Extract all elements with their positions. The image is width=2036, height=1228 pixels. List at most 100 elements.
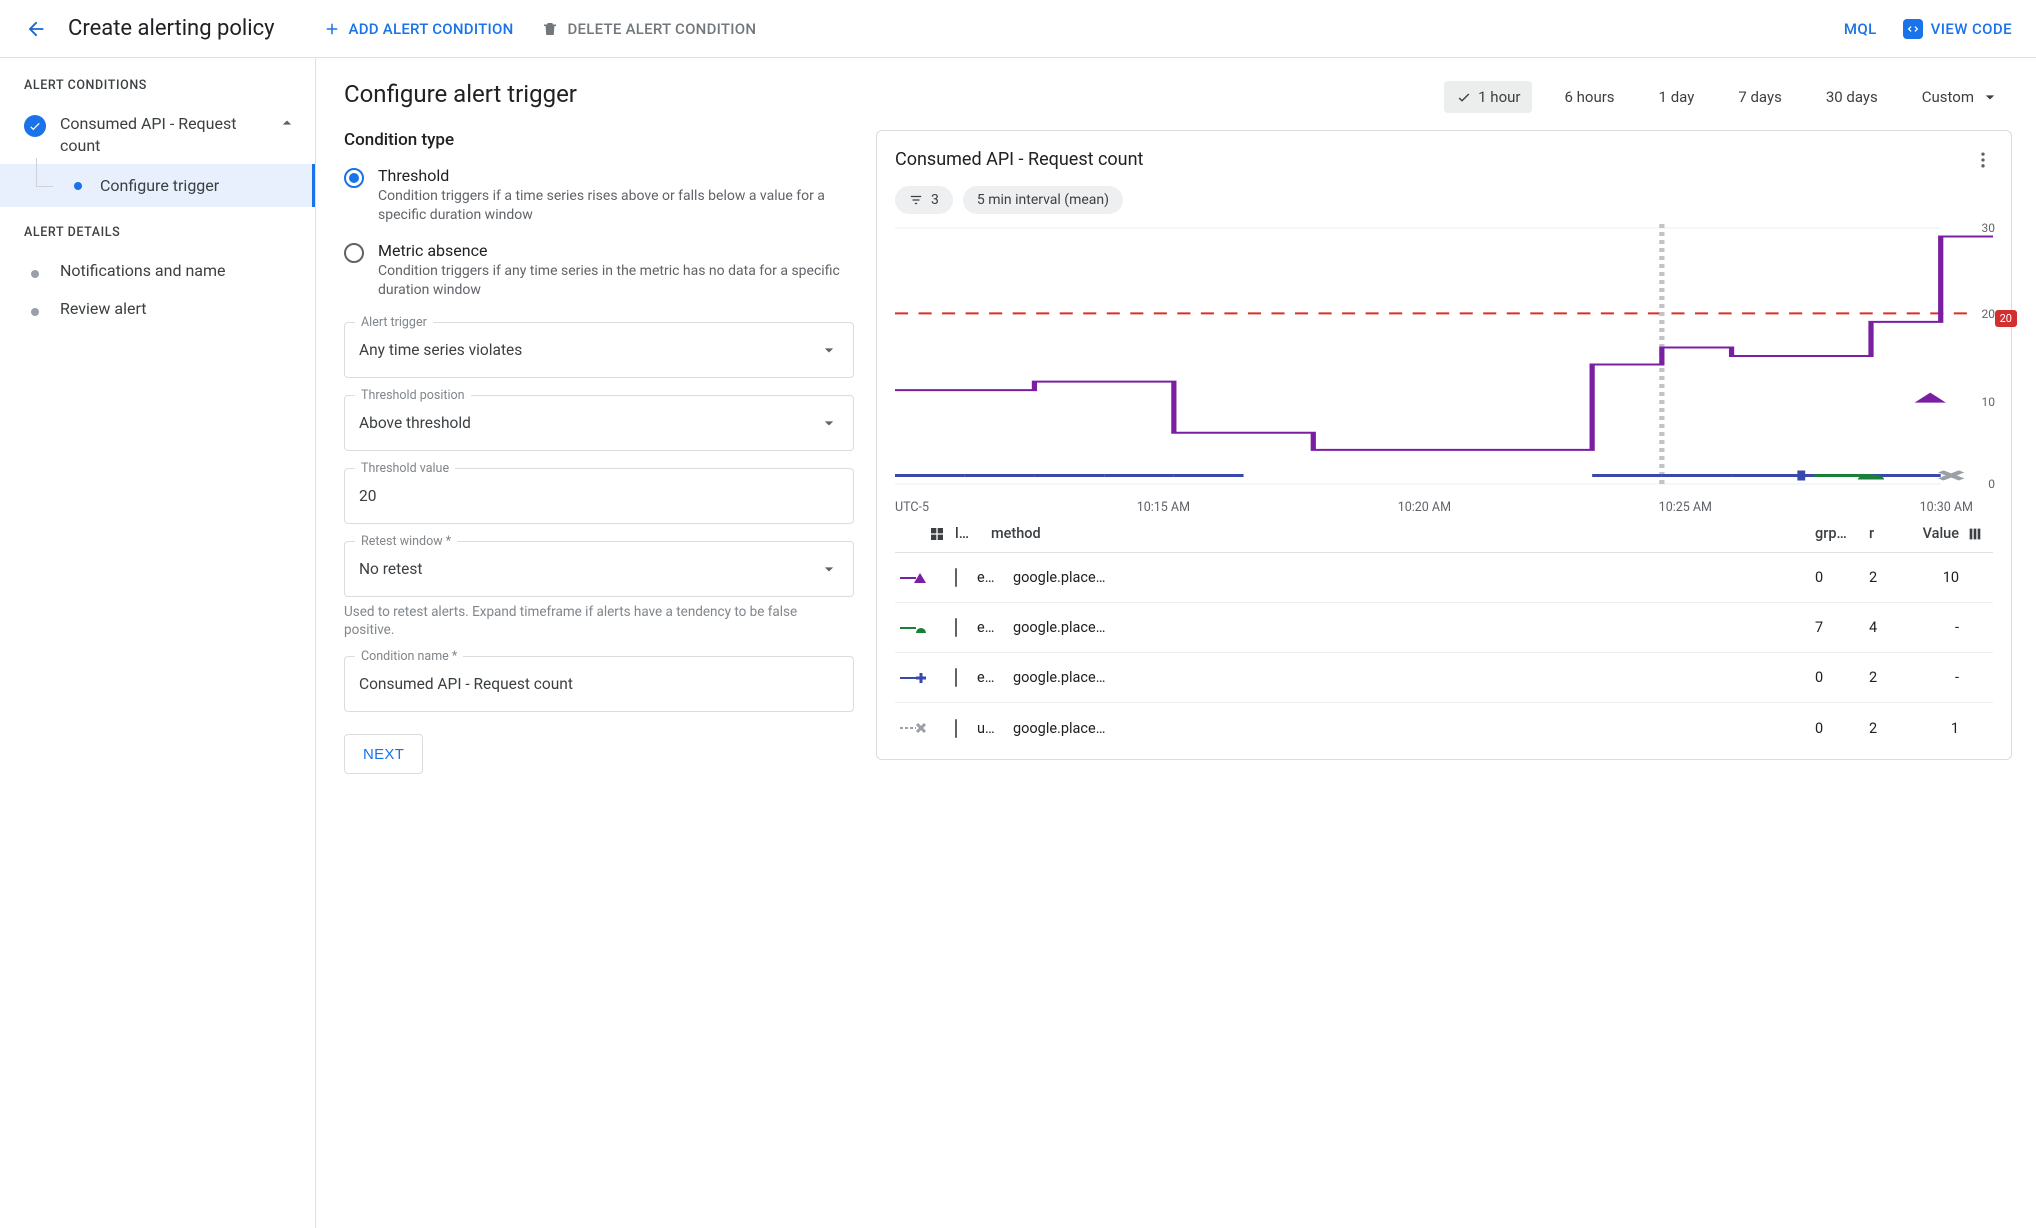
radio-title: Metric absence [378,241,848,260]
threshold-value-input[interactable]: Threshold value 20 [344,468,854,524]
tz-label: UTC-5 [895,500,929,515]
check-icon [1456,89,1472,105]
time-range-picker: 1 hour 6 hours 1 day 7 days 30 days Cust… [876,80,2012,114]
interval-chip[interactable]: 5 min interval (mean) [963,186,1123,214]
legend-row[interactable]: u…google.place…021 [895,703,1993,753]
plus-icon [323,20,341,38]
condition-type-label: Condition type [344,130,854,150]
series-marker-icon [899,671,927,685]
legend-l: e… [973,669,1009,686]
chevron-down-icon [819,413,839,433]
legend-r: 2 [1865,569,1893,586]
preview-card: Consumed API - Request count 3 5 min int… [876,130,2012,760]
arrow-left-icon [25,18,47,40]
x-tick: 10:30 AM [1920,500,1973,515]
checkbox[interactable] [955,618,957,637]
legend-head-r[interactable]: r [1865,525,1893,542]
legend-row[interactable]: e…google.place…02- [895,653,1993,703]
range-chip-6hours[interactable]: 6 hours [1552,81,1626,113]
step-title: Review alert [60,298,146,320]
trash-icon [541,20,559,38]
field-value: Above threshold [359,414,471,432]
series-marker-icon [899,721,927,735]
checkbox[interactable] [955,668,957,687]
section-label-details: ALERT DETAILS [0,225,315,240]
dot-icon [31,308,39,316]
legend-method: google.place… [1009,619,1811,636]
dot-icon [31,270,39,278]
legend-r: 2 [1865,720,1893,737]
preview-column: 1 hour 6 hours 1 day 7 days 30 days Cust… [876,80,2012,1204]
step-title: Consumed API - Request count [60,113,263,156]
legend-head-grp[interactable]: grp… [1811,525,1865,542]
legend-grp: 7 [1811,619,1865,636]
view-code-button[interactable]: VIEW CODE [1903,19,2012,39]
field-label: Alert trigger [355,315,433,330]
step-title: Notifications and name [60,260,226,282]
retest-window-select[interactable]: Retest window * No retest [344,541,854,597]
sidebar: ALERT CONDITIONS Consumed API - Request … [0,58,316,1228]
x-axis: UTC-5 10:15 AM 10:20 AM 10:25 AM 10:30 A… [895,500,1993,515]
range-chip-1day[interactable]: 1 day [1647,81,1707,113]
top-actions: ADD ALERT CONDITION DELETE ALERT CONDITI… [323,20,757,38]
legend-grp: 0 [1811,669,1865,686]
check-icon [24,115,46,137]
main: Configure alert trigger Condition type T… [316,58,2036,1228]
legend-value: 1 [1893,720,1963,737]
radio-metric-absence[interactable]: Metric absence Condition triggers if any… [344,241,854,300]
legend-method: google.place… [1009,720,1811,737]
back-button[interactable] [16,9,56,49]
kebab-menu[interactable] [1973,150,1993,170]
condition-name-input[interactable]: Condition name * Consumed API - Request … [344,656,854,712]
field-value: No retest [359,560,422,578]
step-review[interactable]: Review alert [0,290,315,328]
range-chip-30days[interactable]: 30 days [1814,81,1890,113]
threshold-position-select[interactable]: Threshold position Above threshold [344,395,854,451]
radio-desc: Condition triggers if any time series in… [378,262,848,300]
legend-r: 4 [1865,619,1893,636]
legend-value: - [1893,669,1963,686]
field-label: Condition name * [355,649,463,664]
series-marker-icon [899,621,927,635]
legend-method: google.place… [1009,569,1811,586]
range-chip-1hour[interactable]: 1 hour [1444,81,1532,113]
delete-alert-condition-button[interactable]: DELETE ALERT CONDITION [541,20,756,38]
step-notifications[interactable]: Notifications and name [0,252,315,290]
form-heading: Configure alert trigger [344,80,854,108]
filter-chip[interactable]: 3 [895,186,953,214]
legend-row[interactable]: e…google.place…74- [895,603,1993,653]
columns-icon[interactable] [1963,526,1993,542]
field-value: 20 [359,487,376,505]
step-condition[interactable]: Consumed API - Request count [0,105,315,164]
radio-threshold[interactable]: Threshold Condition triggers if a time s… [344,166,854,225]
radio-icon [344,168,364,188]
legend-row[interactable]: e…google.place…0210 [895,553,1993,603]
legend-l: e… [973,619,1009,636]
x-tick: 10:20 AM [1398,500,1451,515]
alert-trigger-select[interactable]: Alert trigger Any time series violates [344,322,854,378]
substep-configure-trigger[interactable]: Configure trigger [0,164,315,207]
legend-l: e… [973,569,1009,586]
field-label: Threshold value [355,461,455,476]
code-icon [1903,19,1923,39]
chevron-up-icon[interactable] [277,113,297,133]
legend-method: google.place… [1009,669,1811,686]
legend-header: l… method grp… r Value [895,515,1993,553]
y-tick: 30 [1982,221,1996,235]
range-chip-custom[interactable]: Custom [1910,80,2012,114]
legend-head-method[interactable]: method [987,525,1811,542]
legend-grp: 0 [1811,569,1865,586]
checkbox[interactable] [955,568,957,587]
legend-head-l[interactable]: l… [951,525,987,542]
legend-head-value[interactable]: Value [1893,525,1963,542]
checkbox[interactable] [955,719,957,738]
legend-grp: 0 [1811,720,1865,737]
grid-icon[interactable] [895,526,951,542]
add-alert-condition-button[interactable]: ADD ALERT CONDITION [323,20,514,38]
legend-l: u… [973,720,1009,737]
range-chip-7days[interactable]: 7 days [1726,81,1794,113]
page-title: Create alerting policy [68,16,275,41]
field-label: Threshold position [355,388,471,403]
next-button[interactable]: NEXT [344,734,423,774]
mql-button[interactable]: MQL [1844,20,1877,38]
